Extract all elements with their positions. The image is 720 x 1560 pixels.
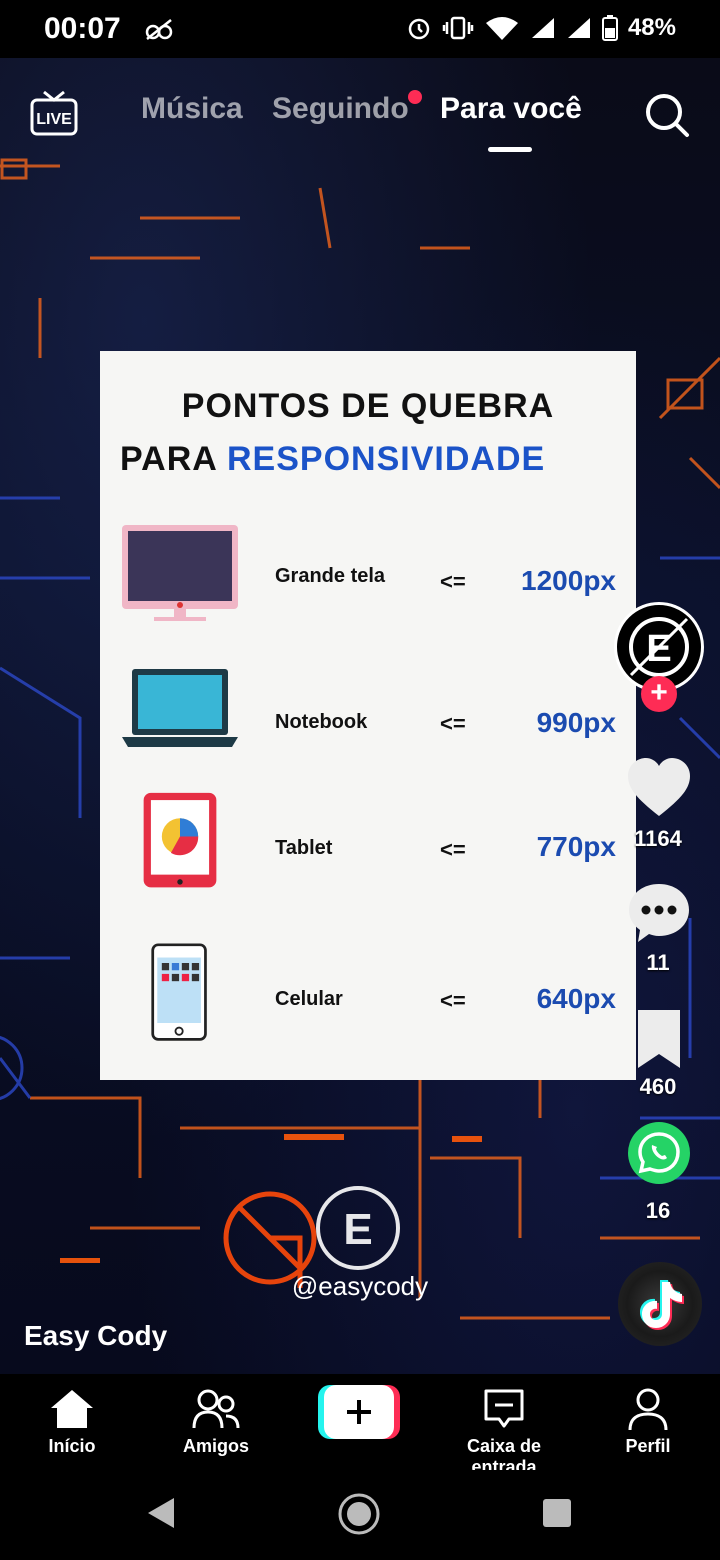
tiktok-logo-icon bbox=[640, 1280, 684, 1330]
save-count: 460 bbox=[639, 1074, 677, 1099]
smartphone-icon bbox=[151, 943, 207, 1041]
system-nav-bar bbox=[0, 1470, 720, 1560]
battery-icon bbox=[601, 15, 618, 41]
comment-icon[interactable] bbox=[626, 880, 692, 946]
nav-perfil[interactable]: Perfil bbox=[578, 1374, 718, 1470]
back-icon[interactable] bbox=[146, 1496, 176, 1530]
active-tab-indicator bbox=[488, 147, 532, 152]
breakpoint-value: 990px bbox=[536, 707, 616, 738]
watermark-text: @easycody bbox=[292, 1271, 428, 1301]
tab-musica[interactable]: Música bbox=[141, 92, 243, 126]
svg-text:LIVE: LIVE bbox=[36, 111, 72, 128]
home-icon bbox=[51, 1390, 93, 1428]
tablet-icon bbox=[143, 792, 217, 888]
signal-icon bbox=[567, 18, 590, 38]
signal-icon bbox=[531, 18, 554, 38]
vibrate-icon bbox=[442, 16, 474, 40]
nav-amigos-label: Amigos bbox=[182, 1436, 249, 1456]
home-button-icon[interactable] bbox=[337, 1492, 381, 1536]
tab-para-voce[interactable]: Para você bbox=[440, 92, 582, 126]
breakpoint-label: Celular bbox=[275, 988, 343, 1010]
status-icons: 48% bbox=[406, 14, 676, 42]
breakpoint-value: 640px bbox=[536, 983, 616, 1014]
laptop-icon bbox=[122, 669, 238, 747]
breakpoint-label: Grande tela bbox=[275, 565, 386, 587]
whatsapp-share-icon[interactable] bbox=[626, 1120, 692, 1186]
like-count: 1164 bbox=[634, 826, 682, 851]
nav-caixa-de-entrada[interactable]: Caixa de entrada bbox=[434, 1374, 574, 1477]
breakpoint-value: 1200px bbox=[521, 565, 616, 596]
wifi-icon bbox=[485, 17, 518, 40]
friends-icon bbox=[192, 1389, 240, 1429]
breakpoint-operator: <= bbox=[440, 988, 466, 1013]
card-title-line2: PARA RESPONSIVIDADE bbox=[120, 440, 546, 478]
heart-icon[interactable] bbox=[626, 756, 692, 822]
svg-text:E: E bbox=[343, 1205, 372, 1254]
create-video-button[interactable] bbox=[318, 1385, 400, 1439]
no-signal-icon bbox=[145, 19, 173, 40]
breakpoint-row: Celular <= 640px bbox=[100, 943, 636, 1043]
bookmark-icon[interactable] bbox=[626, 1006, 692, 1072]
breakpoint-value: 770px bbox=[536, 831, 616, 862]
breakpoint-operator: <= bbox=[440, 711, 466, 736]
sound-disc[interactable] bbox=[618, 1262, 702, 1346]
desktop-monitor-icon bbox=[122, 525, 238, 621]
nav-amigos[interactable]: Amigos bbox=[146, 1374, 286, 1470]
comment-count: 11 bbox=[646, 950, 670, 975]
breakpoints-card: PONTOS DE QUEBRA PARA RESPONSIVIDADE Gra… bbox=[100, 351, 636, 1080]
breakpoint-label: Tablet bbox=[275, 837, 333, 859]
breakpoint-row: Tablet <= 770px bbox=[100, 791, 636, 891]
notification-dot bbox=[408, 90, 422, 104]
nav-inicio[interactable]: Início bbox=[2, 1374, 142, 1470]
breakpoint-operator: <= bbox=[440, 569, 466, 594]
search-icon[interactable] bbox=[644, 92, 690, 138]
status-bar: 00:07 48% bbox=[0, 0, 720, 58]
nav-perfil-label: Perfil bbox=[625, 1436, 671, 1456]
tab-seguindo[interactable]: Seguindo bbox=[272, 92, 409, 126]
breakpoint-label: Notebook bbox=[275, 711, 368, 733]
follow-button[interactable]: + bbox=[641, 676, 677, 712]
breakpoint-row: Notebook <= 990px bbox=[100, 663, 636, 763]
creator-username[interactable]: Easy Cody bbox=[24, 1320, 167, 1352]
breakpoint-operator: <= bbox=[440, 837, 466, 862]
status-time: 00:07 bbox=[44, 12, 121, 45]
nav-inicio-label: Início bbox=[48, 1436, 96, 1456]
share-count: 16 bbox=[645, 1198, 671, 1223]
alarm-icon bbox=[408, 18, 430, 40]
card-title-line1: PONTOS DE QUEBRA bbox=[181, 387, 555, 425]
profile-icon bbox=[628, 1388, 668, 1431]
recents-icon[interactable] bbox=[542, 1498, 572, 1528]
live-icon[interactable]: LIVE bbox=[30, 90, 78, 136]
breakpoint-row: Grande tela <= 1200px bbox=[100, 523, 636, 623]
inbox-icon bbox=[484, 1389, 524, 1428]
battery-percent: 48% bbox=[627, 14, 676, 41]
